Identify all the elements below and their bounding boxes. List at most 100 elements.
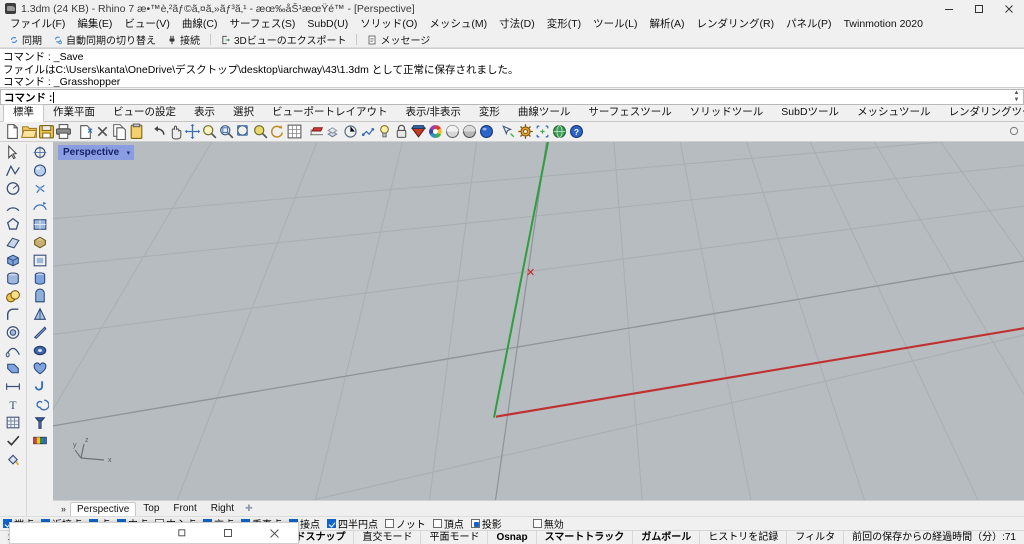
scroll-up-icon[interactable]: ▲ <box>1014 90 1020 96</box>
chevron-down-icon[interactable]: ▾ <box>127 148 131 159</box>
grid-icon[interactable] <box>286 123 303 140</box>
toggle-record-history[interactable]: ヒストリを記録 <box>700 530 788 544</box>
tube-icon[interactable] <box>31 288 49 305</box>
explode-icon[interactable] <box>31 180 49 197</box>
tab-curve-tools[interactable]: 曲線ツール <box>509 105 580 121</box>
menu-solid[interactable]: ソリッド(O) <box>354 17 423 32</box>
material-icon[interactable] <box>410 123 427 140</box>
tab-transform[interactable]: 変形 <box>470 105 509 121</box>
gear-icon[interactable] <box>517 123 534 140</box>
viewport-tab-front[interactable]: Front <box>166 502 203 516</box>
shade-icon[interactable] <box>444 123 461 140</box>
tab-surface-tools[interactable]: サーフェスツール <box>579 105 680 121</box>
color-wheel-icon[interactable] <box>427 123 444 140</box>
open-file-icon[interactable] <box>21 123 38 140</box>
menu-view[interactable]: ビュー(V) <box>118 17 176 32</box>
tab-set-view[interactable]: ビューの設定 <box>104 105 185 121</box>
menu-panels[interactable]: パネル(P) <box>780 17 838 32</box>
minimize-icon[interactable] <box>934 0 964 17</box>
tab-solid-tools[interactable]: ソリッドツール <box>681 105 773 121</box>
rotate-view-icon[interactable] <box>269 123 286 140</box>
perspective-viewport[interactable]: Perspective ▾ ✕ x y z <box>53 142 1024 500</box>
move-view-icon[interactable] <box>184 123 201 140</box>
osnap-disable-checkbox[interactable] <box>532 519 542 528</box>
extrude-icon[interactable] <box>4 360 22 377</box>
hook-icon[interactable] <box>31 378 49 395</box>
menu-file[interactable]: ファイル(F) <box>4 17 71 32</box>
boolean-union-icon[interactable] <box>4 288 22 305</box>
menu-transform[interactable]: 変形(T) <box>541 17 587 32</box>
command-scroll-arrows[interactable]: ▲ ▼ <box>1011 90 1022 103</box>
menu-surface[interactable]: サーフェス(S) <box>224 17 302 32</box>
tab-standard[interactable]: 標準 <box>3 104 44 122</box>
new-file-icon[interactable] <box>4 123 21 140</box>
patch-icon[interactable] <box>31 216 49 233</box>
wedge-icon[interactable] <box>31 324 49 341</box>
sweep-icon[interactable] <box>4 342 22 359</box>
tab-select[interactable]: 選択 <box>224 105 263 121</box>
osnap-vertex[interactable]: 頂点 <box>432 516 464 531</box>
maximize-icon[interactable] <box>964 0 994 17</box>
polygon-icon[interactable] <box>4 216 22 233</box>
tab-render-tools[interactable]: レンダリングツール <box>940 105 1024 121</box>
surface-corner-icon[interactable] <box>4 234 22 251</box>
fillet-icon[interactable] <box>4 306 22 323</box>
menu-tools[interactable]: ツール(L) <box>587 17 643 32</box>
tab-subd-tools[interactable]: SubDツール <box>772 105 848 121</box>
select-point-icon[interactable] <box>500 123 517 140</box>
popup-maximize-icon[interactable] <box>205 523 251 544</box>
cylinder-solid-icon[interactable] <box>31 270 49 287</box>
osnap-knot[interactable]: ノット <box>385 516 426 531</box>
tab-viewport-layout[interactable]: ビューポートレイアウト <box>263 105 397 121</box>
menu-mesh[interactable]: メッシュ(M) <box>423 17 493 32</box>
mesh-icon[interactable] <box>4 414 22 431</box>
box-icon[interactable] <box>4 252 22 269</box>
tab-mesh-tools[interactable]: メッシュツール <box>848 105 940 121</box>
osnap-disable[interactable]: 無効 <box>532 516 564 531</box>
tab-visibility[interactable]: 表示/非表示 <box>397 105 470 121</box>
menu-curve[interactable]: 曲線(C) <box>176 17 224 32</box>
viewport-tab-top[interactable]: Top <box>136 502 166 516</box>
sync-button[interactable]: 同期 <box>5 33 46 47</box>
select-arrow-icon[interactable] <box>4 144 22 161</box>
offset-icon[interactable] <box>4 324 22 341</box>
menu-render[interactable]: レンダリング(R) <box>690 17 780 32</box>
close-icon[interactable] <box>994 0 1024 17</box>
connect-button[interactable]: 接続 <box>163 33 204 47</box>
toggle-planar[interactable]: 平面モード <box>421 530 489 544</box>
save-file-icon[interactable] <box>38 123 55 140</box>
popup-close-icon[interactable] <box>251 523 297 544</box>
gumball-icon[interactable] <box>31 144 49 161</box>
scroll-down-icon[interactable]: ▼ <box>1014 97 1020 103</box>
bounding-box-icon[interactable] <box>534 123 551 140</box>
cap-icon[interactable] <box>31 234 49 251</box>
zoom-selected-icon[interactable] <box>252 123 269 140</box>
menu-edit[interactable]: 編集(E) <box>71 17 118 32</box>
lock-icon[interactable] <box>393 123 410 140</box>
add-viewport-tab-icon[interactable]: ✚ <box>241 503 257 514</box>
shade-dark-icon[interactable] <box>461 123 478 140</box>
layer-off-icon[interactable] <box>325 123 342 140</box>
zoom-extents-icon[interactable] <box>235 123 252 140</box>
tab-display[interactable]: 表示 <box>185 105 224 121</box>
heart-icon[interactable] <box>31 360 49 377</box>
layer-icon[interactable] <box>308 123 325 140</box>
globe-icon[interactable] <box>551 123 568 140</box>
viewport-tab-right[interactable]: Right <box>204 502 241 516</box>
popup-minimize-icon[interactable] <box>159 523 205 544</box>
cylinder-icon[interactable] <box>4 270 22 287</box>
sphere-shade-icon[interactable] <box>31 162 49 179</box>
command-prompt[interactable]: コマンド : ▲ ▼ <box>0 89 1024 105</box>
delete-icon[interactable] <box>94 123 111 140</box>
print-icon[interactable] <box>55 123 72 140</box>
light-icon[interactable] <box>376 123 393 140</box>
ellipsoid-icon[interactable] <box>31 342 49 359</box>
viewport-label[interactable]: Perspective ▾ <box>58 145 135 160</box>
viewport-tabs-overflow[interactable]: » <box>57 504 70 514</box>
toggle-gumball[interactable]: ガムボール <box>633 530 701 544</box>
polyline-icon[interactable] <box>4 162 22 179</box>
export-3d-view-button[interactable]: 3Dビューのエクスポート <box>217 33 350 47</box>
osnap-vertex-checkbox[interactable] <box>432 519 442 528</box>
flow-icon[interactable] <box>31 198 49 215</box>
history-icon[interactable] <box>359 123 376 140</box>
